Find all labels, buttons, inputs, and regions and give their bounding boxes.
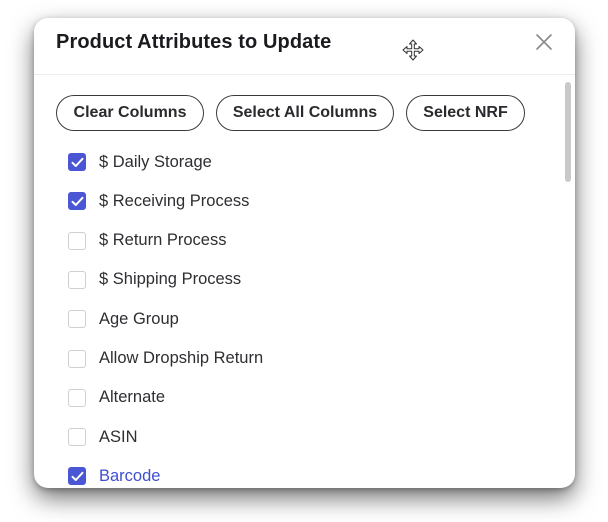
checkmark-icon (71, 157, 84, 167)
attribute-label: ASIN (99, 427, 138, 446)
attribute-label: Age Group (99, 309, 179, 328)
column-action-buttons: Clear Columns Select All Columns Select … (56, 95, 525, 133)
attribute-label: $ Shipping Process (99, 270, 242, 289)
modal-title: Product Attributes to Update (56, 31, 332, 53)
checkbox-unchecked[interactable] (68, 231, 86, 250)
attribute-item[interactable]: $ Daily Storage (68, 147, 212, 177)
attribute-item[interactable]: $ Shipping Process (68, 265, 241, 295)
attribute-label: Barcode (99, 466, 161, 485)
attribute-item[interactable]: Age Group (68, 304, 179, 334)
scrollbar-thumb[interactable] (565, 82, 571, 182)
attribute-label: Allow Dropship Return (99, 349, 264, 367)
attribute-label: $ Daily Storage (99, 152, 212, 171)
attribute-item[interactable]: Allow Dropship Return (68, 344, 263, 374)
checkbox-checked[interactable] (68, 467, 86, 486)
attribute-label: Alternate (99, 388, 166, 407)
checkbox-checked[interactable] (68, 192, 86, 211)
checkbox-unchecked[interactable] (68, 310, 86, 329)
attribute-label: $ Receiving Process (99, 191, 250, 210)
checkbox-checked[interactable] (68, 153, 86, 171)
checkmark-icon (71, 197, 84, 207)
attribute-item[interactable]: ASIN (68, 422, 138, 452)
move-arrows-icon[interactable] (402, 39, 424, 61)
select-all-columns-button[interactable]: Select All Columns (216, 95, 394, 131)
close-icon[interactable] (533, 31, 555, 53)
checkbox-unchecked[interactable] (68, 388, 86, 407)
checkbox-unchecked[interactable] (68, 428, 86, 447)
clear-columns-button[interactable]: Clear Columns (56, 95, 204, 131)
modal-header[interactable]: Product Attributes to Update (34, 18, 575, 75)
attribute-item[interactable]: Alternate (68, 383, 165, 413)
attribute-item[interactable]: $ Return Process (68, 226, 226, 256)
select-nrf-button[interactable]: Select NRF (406, 95, 525, 131)
checkbox-unchecked[interactable] (68, 349, 86, 368)
attribute-label: $ Return Process (99, 231, 227, 250)
attribute-item[interactable]: $ Receiving Process (68, 186, 249, 216)
attribute-item[interactable]: Barcode (68, 461, 160, 488)
screen: Product Attributes to Update Clear Colum… (0, 0, 608, 522)
product-attributes-modal: Product Attributes to Update Clear Colum… (34, 18, 575, 488)
checkbox-unchecked[interactable] (68, 270, 86, 289)
checkmark-icon (71, 472, 84, 482)
